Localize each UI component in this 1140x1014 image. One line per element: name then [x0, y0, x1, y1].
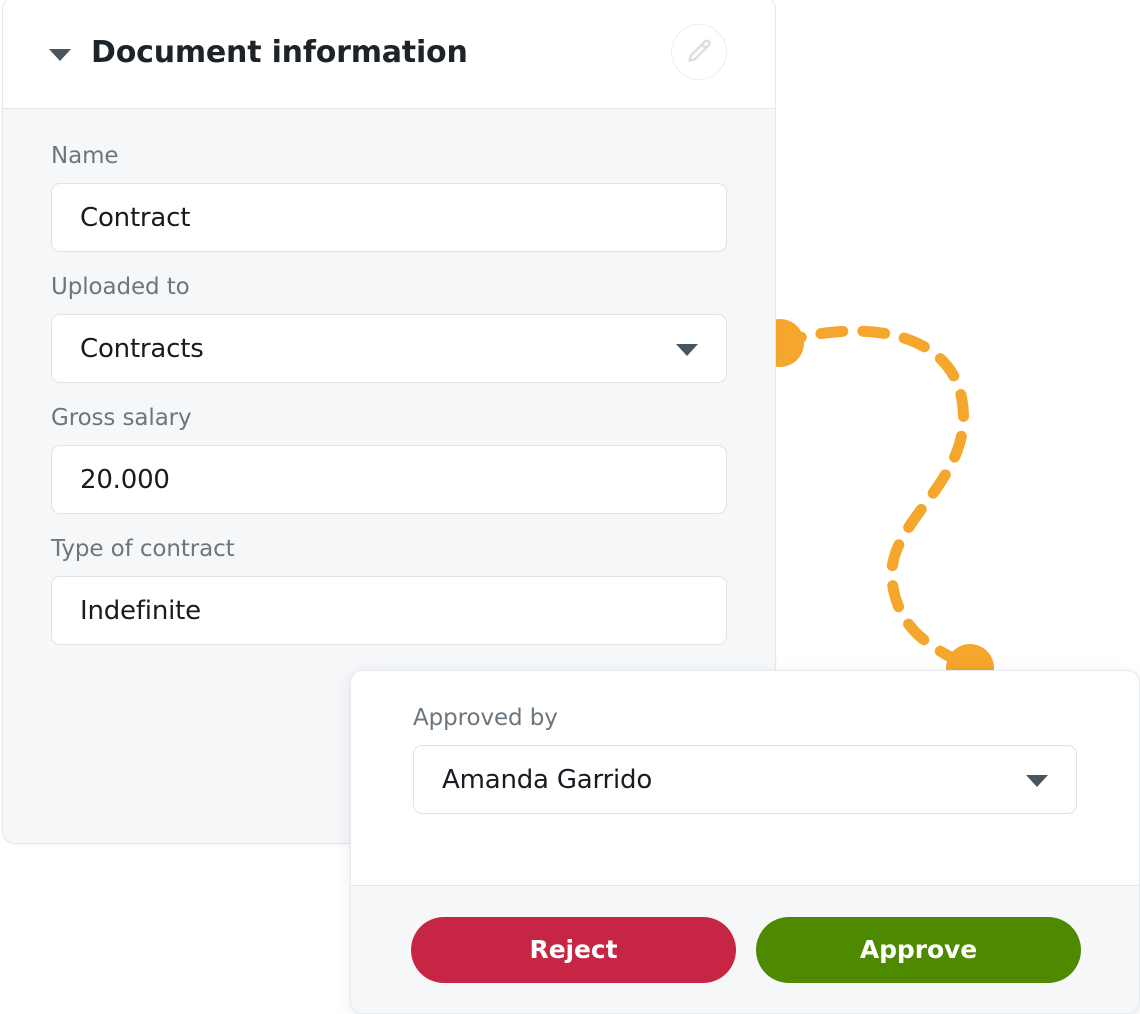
approval-card-body: Approved by Amanda Garrido — [351, 671, 1139, 814]
field-label-approved-by: Approved by — [413, 705, 558, 731]
uploaded-to-select-value: Contracts — [80, 333, 204, 364]
name-input[interactable]: Contract — [51, 183, 727, 252]
field-label-name: Name — [51, 143, 119, 169]
field-label-type-of-contract: Type of contract — [51, 536, 235, 562]
field-name: Name Contract — [51, 143, 727, 252]
field-label-gross-salary: Gross salary — [51, 405, 192, 431]
approval-card-footer: Reject Approve — [351, 885, 1139, 1013]
field-approved-by: Approved by Amanda Garrido — [413, 705, 1077, 814]
approval-card: Approved by Amanda Garrido Reject Approv… — [350, 670, 1140, 1014]
page-title: Document information — [91, 35, 468, 70]
connector-dashed-path — [774, 325, 976, 674]
name-input-value: Contract — [80, 202, 191, 233]
chevron-down-icon[interactable] — [49, 48, 71, 61]
gross-salary-input-value: 20.000 — [80, 464, 170, 495]
chevron-down-icon[interactable] — [676, 343, 698, 356]
document-information-header[interactable]: Document information — [3, 0, 775, 109]
gross-salary-input[interactable]: 20.000 — [51, 445, 727, 514]
reject-button[interactable]: Reject — [411, 916, 736, 983]
field-type-of-contract: Type of contract Indefinite — [51, 536, 727, 645]
approved-by-select-value: Amanda Garrido — [442, 764, 653, 795]
approve-button[interactable]: Approve — [756, 916, 1081, 983]
field-uploaded-to: Uploaded to Contracts — [51, 274, 727, 383]
uploaded-to-select[interactable]: Contracts — [51, 314, 727, 383]
document-information-body: Name Contract Uploaded to Contracts Gros… — [3, 109, 775, 645]
type-of-contract-input[interactable]: Indefinite — [51, 576, 727, 645]
type-of-contract-input-value: Indefinite — [80, 595, 201, 626]
field-gross-salary: Gross salary 20.000 — [51, 405, 727, 514]
field-label-uploaded-to: Uploaded to — [51, 274, 190, 300]
approved-by-select[interactable]: Amanda Garrido — [413, 745, 1077, 814]
chevron-down-icon[interactable] — [1026, 774, 1048, 787]
pencil-icon[interactable] — [671, 24, 727, 80]
